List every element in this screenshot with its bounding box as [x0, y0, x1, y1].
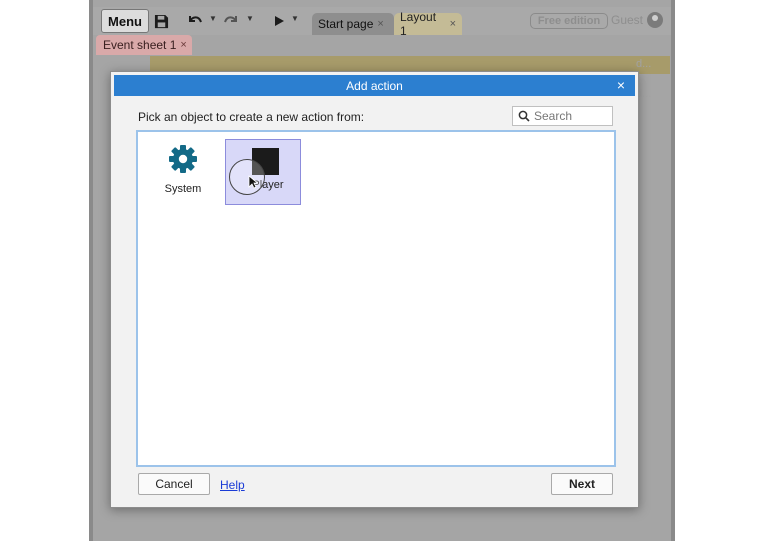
cancel-button[interactable]: Cancel: [138, 473, 210, 495]
add-action-dialog: Add action × Pick an object to create a …: [110, 71, 639, 508]
tab-layout-1[interactable]: Layout 1 ×: [394, 10, 462, 38]
close-icon[interactable]: ×: [450, 18, 456, 30]
search-box[interactable]: [512, 106, 613, 126]
dialog-titlebar[interactable]: Add action ×: [114, 75, 635, 96]
next-button[interactable]: Next: [551, 473, 613, 495]
edition-badge[interactable]: Free edition: [530, 13, 608, 29]
redo-dropdown-icon[interactable]: ▼: [246, 14, 254, 23]
tab-label: Start page: [318, 17, 374, 31]
help-link[interactable]: Help: [220, 478, 245, 492]
search-icon: [518, 110, 530, 122]
menu-button[interactable]: Menu: [101, 9, 149, 33]
dialog-title: Add action: [346, 78, 403, 93]
event-row-hint: d...: [636, 58, 652, 70]
dialog-prompt: Pick an object to create a new action fr…: [138, 110, 365, 124]
cursor-icon: [248, 175, 259, 192]
play-icon[interactable]: [269, 11, 289, 31]
object-system[interactable]: System: [160, 144, 206, 204]
search-input[interactable]: [534, 109, 609, 123]
object-player[interactable]: Player: [225, 139, 301, 205]
save-icon[interactable]: [151, 11, 171, 31]
editor-frame-left: [89, 0, 93, 541]
close-icon[interactable]: ×: [613, 77, 629, 93]
gear-icon: [168, 144, 198, 177]
object-label: System: [164, 183, 202, 195]
object-list[interactable]: System Player: [136, 130, 616, 467]
user-avatar-icon[interactable]: [647, 12, 663, 28]
undo-icon[interactable]: [185, 11, 205, 31]
user-label[interactable]: Guest: [611, 13, 643, 27]
main-toolbar: Menu ▼ ▼ ▼ Start page × Layout 1 × Free …: [93, 7, 671, 38]
tab-start-page[interactable]: Start page ×: [312, 13, 394, 35]
editor-frame-right: [671, 0, 675, 541]
play-dropdown-icon[interactable]: ▼: [291, 14, 299, 23]
tab-label: Event sheet 1: [103, 38, 177, 52]
close-icon[interactable]: ×: [377, 18, 383, 30]
undo-dropdown-icon[interactable]: ▼: [209, 14, 217, 23]
click-indicator: [229, 159, 265, 195]
redo-icon[interactable]: [221, 11, 241, 31]
tab-event-sheet-1[interactable]: Event sheet 1 ×: [96, 35, 192, 55]
tab-label: Layout 1: [400, 10, 437, 38]
close-icon[interactable]: ×: [180, 39, 186, 51]
